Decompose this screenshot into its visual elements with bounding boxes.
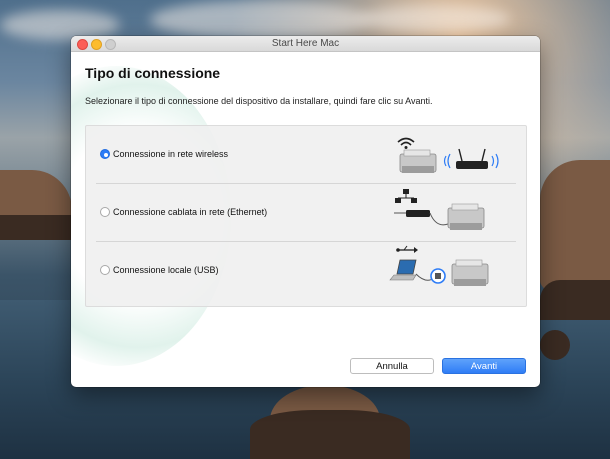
printer-wifi-router-icon xyxy=(397,137,499,173)
radio-wireless[interactable] xyxy=(100,149,110,159)
option-ethernet[interactable]: Connessione cablata in rete (Ethernet) xyxy=(86,184,526,242)
page-title: Tipo di connessione xyxy=(85,65,221,81)
next-button[interactable]: Avanti xyxy=(442,358,526,374)
laptop-usb-printer-icon xyxy=(389,245,489,286)
zoom-window-icon xyxy=(105,39,116,50)
printer-ethernet-hub-icon xyxy=(394,189,485,230)
option-label[interactable]: Connessione in rete wireless xyxy=(113,149,228,159)
title-bar[interactable]: Start Here Mac xyxy=(71,36,540,52)
radio-ethernet[interactable] xyxy=(100,207,110,217)
option-label[interactable]: Connessione cablata in rete (Ethernet) xyxy=(113,207,267,217)
window-title: Start Here Mac xyxy=(271,38,340,49)
option-wireless[interactable]: Connessione in rete wireless xyxy=(86,126,526,184)
radio-usb[interactable] xyxy=(100,265,110,275)
minimize-window-icon[interactable] xyxy=(91,39,102,50)
option-label[interactable]: Connessione locale (USB) xyxy=(113,265,219,275)
option-usb[interactable]: Connessione locale (USB) xyxy=(86,242,526,300)
installer-window: Start Here Mac Tipo di connessione Selez… xyxy=(71,36,540,387)
close-window-icon[interactable] xyxy=(77,39,88,50)
cancel-button[interactable]: Annulla xyxy=(350,358,434,374)
page-instructions: Selezionare il tipo di connessione del d… xyxy=(85,96,433,106)
connection-options: Connessione in rete wireless Connessione… xyxy=(85,125,527,307)
